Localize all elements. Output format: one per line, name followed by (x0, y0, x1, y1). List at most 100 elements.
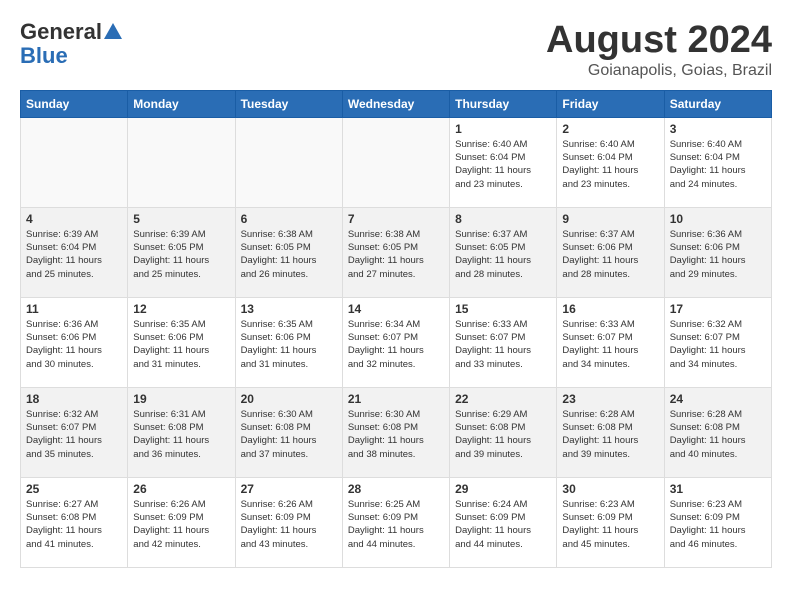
calendar-cell: 27 Sunrise: 6:26 AM Sunset: 6:09 PM Dayli… (235, 477, 342, 567)
calendar-cell: 28Sunrise: 6:25 AM Sunset: 6:09 PM Dayli… (342, 477, 449, 567)
day-number: 30 (562, 482, 658, 496)
calendar-cell: 20 Sunrise: 6:30 AM Sunset: 6:08 PM Dayli… (235, 387, 342, 477)
day-number: 9 (562, 212, 658, 226)
day-info: Sunrise: 6:39 AM Sunset: 6:04 PM Dayligh… (26, 228, 122, 281)
weekday-header-sunday: Sunday (21, 90, 128, 117)
calendar-cell: 31 Sunrise: 6:23 AM Sunset: 6:09 PM Dayli… (664, 477, 771, 567)
calendar-cell (128, 117, 235, 207)
day-number: 7 (348, 212, 444, 226)
day-number: 20 (241, 392, 337, 406)
calendar-cell: 10 Sunrise: 6:36 AM Sunset: 6:06 PM Dayli… (664, 207, 771, 297)
weekday-header-saturday: Saturday (664, 90, 771, 117)
day-number: 22 (455, 392, 551, 406)
logo-general-text: General (20, 20, 102, 44)
day-info: Sunrise: 6:32 AM Sunset: 6:07 PM Dayligh… (670, 318, 766, 371)
day-info: Sunrise: 6:33 AM Sunset: 6:07 PM Dayligh… (562, 318, 658, 371)
day-info: Sunrise: 6:26 AM Sunset: 6:09 PM Dayligh… (241, 498, 337, 551)
calendar-cell: 8Sunrise: 6:37 AM Sunset: 6:05 PM Daylig… (450, 207, 557, 297)
day-info: Sunrise: 6:31 AM Sunset: 6:08 PM Dayligh… (133, 408, 229, 461)
day-info: Sunrise: 6:26 AM Sunset: 6:09 PM Dayligh… (133, 498, 229, 551)
weekday-header-thursday: Thursday (450, 90, 557, 117)
day-info: Sunrise: 6:36 AM Sunset: 6:06 PM Dayligh… (670, 228, 766, 281)
weekday-header-tuesday: Tuesday (235, 90, 342, 117)
calendar-cell (342, 117, 449, 207)
day-info: Sunrise: 6:30 AM Sunset: 6:08 PM Dayligh… (348, 408, 444, 461)
calendar-cell: 17 Sunrise: 6:32 AM Sunset: 6:07 PM Dayli… (664, 297, 771, 387)
day-number: 25 (26, 482, 122, 496)
day-number: 3 (670, 122, 766, 136)
calendar-cell: 16 Sunrise: 6:33 AM Sunset: 6:07 PM Dayli… (557, 297, 664, 387)
day-number: 21 (348, 392, 444, 406)
day-info: Sunrise: 6:23 AM Sunset: 6:09 PM Dayligh… (670, 498, 766, 551)
calendar-cell (235, 117, 342, 207)
calendar-cell: 24 Sunrise: 6:28 AM Sunset: 6:08 PM Dayli… (664, 387, 771, 477)
day-info: Sunrise: 6:24 AM Sunset: 6:09 PM Dayligh… (455, 498, 551, 551)
day-info: Sunrise: 6:33 AM Sunset: 6:07 PM Dayligh… (455, 318, 551, 371)
day-info: Sunrise: 6:38 AM Sunset: 6:05 PM Dayligh… (348, 228, 444, 281)
day-number: 16 (562, 302, 658, 316)
day-number: 6 (241, 212, 337, 226)
day-info: Sunrise: 6:40 AM Sunset: 6:04 PM Dayligh… (455, 138, 551, 191)
calendar-cell: 22 Sunrise: 6:29 AM Sunset: 6:08 PM Dayli… (450, 387, 557, 477)
day-info: Sunrise: 6:23 AM Sunset: 6:09 PM Dayligh… (562, 498, 658, 551)
day-info: Sunrise: 6:27 AM Sunset: 6:08 PM Dayligh… (26, 498, 122, 551)
day-number: 4 (26, 212, 122, 226)
calendar-cell: 18Sunrise: 6:32 AM Sunset: 6:07 PM Dayli… (21, 387, 128, 477)
calendar-cell (21, 117, 128, 207)
calendar-cell: 30 Sunrise: 6:23 AM Sunset: 6:09 PM Dayli… (557, 477, 664, 567)
calendar-cell: 29 Sunrise: 6:24 AM Sunset: 6:09 PM Dayli… (450, 477, 557, 567)
page-header: General Blue August 2024 Goianapolis, Go… (20, 20, 772, 80)
day-info: Sunrise: 6:29 AM Sunset: 6:08 PM Dayligh… (455, 408, 551, 461)
day-number: 29 (455, 482, 551, 496)
month-year-title: August 2024 (546, 20, 772, 62)
day-number: 19 (133, 392, 229, 406)
day-number: 1 (455, 122, 551, 136)
calendar-cell: 21 Sunrise: 6:30 AM Sunset: 6:08 PM Dayli… (342, 387, 449, 477)
calendar-cell: 6 Sunrise: 6:38 AM Sunset: 6:05 PM Daylig… (235, 207, 342, 297)
calendar-cell: 13Sunrise: 6:35 AM Sunset: 6:06 PM Dayli… (235, 297, 342, 387)
weekday-header-monday: Monday (128, 90, 235, 117)
day-number: 15 (455, 302, 551, 316)
day-number: 5 (133, 212, 229, 226)
logo-blue-text: Blue (20, 44, 68, 68)
day-info: Sunrise: 6:28 AM Sunset: 6:08 PM Dayligh… (670, 408, 766, 461)
day-number: 2 (562, 122, 658, 136)
location-text: Goianapolis, Goias, Brazil (546, 62, 772, 80)
calendar-cell: 25 Sunrise: 6:27 AM Sunset: 6:08 PM Dayli… (21, 477, 128, 567)
weekday-header-wednesday: Wednesday (342, 90, 449, 117)
calendar-week-row: 18Sunrise: 6:32 AM Sunset: 6:07 PM Dayli… (21, 387, 772, 477)
day-number: 8 (455, 212, 551, 226)
day-number: 27 (241, 482, 337, 496)
day-number: 17 (670, 302, 766, 316)
calendar-cell: 4 Sunrise: 6:39 AM Sunset: 6:04 PM Daylig… (21, 207, 128, 297)
day-number: 24 (670, 392, 766, 406)
day-info: Sunrise: 6:34 AM Sunset: 6:07 PM Dayligh… (348, 318, 444, 371)
calendar-cell: 1 Sunrise: 6:40 AM Sunset: 6:04 PM Daylig… (450, 117, 557, 207)
day-info: Sunrise: 6:40 AM Sunset: 6:04 PM Dayligh… (562, 138, 658, 191)
day-info: Sunrise: 6:30 AM Sunset: 6:08 PM Dayligh… (241, 408, 337, 461)
day-number: 26 (133, 482, 229, 496)
day-number: 28 (348, 482, 444, 496)
day-info: Sunrise: 6:36 AM Sunset: 6:06 PM Dayligh… (26, 318, 122, 371)
title-section: August 2024 Goianapolis, Goias, Brazil (546, 20, 772, 80)
day-number: 11 (26, 302, 122, 316)
calendar-week-row: 25 Sunrise: 6:27 AM Sunset: 6:08 PM Dayli… (21, 477, 772, 567)
calendar-table: SundayMondayTuesdayWednesdayThursdayFrid… (20, 90, 772, 568)
day-number: 13 (241, 302, 337, 316)
logo-triangle-icon (104, 21, 122, 39)
calendar-cell: 19 Sunrise: 6:31 AM Sunset: 6:08 PM Dayli… (128, 387, 235, 477)
day-info: Sunrise: 6:35 AM Sunset: 6:06 PM Dayligh… (133, 318, 229, 371)
day-number: 14 (348, 302, 444, 316)
day-info: Sunrise: 6:38 AM Sunset: 6:05 PM Dayligh… (241, 228, 337, 281)
logo: General Blue (20, 20, 122, 68)
day-info: Sunrise: 6:40 AM Sunset: 6:04 PM Dayligh… (670, 138, 766, 191)
calendar-week-row: 1 Sunrise: 6:40 AM Sunset: 6:04 PM Daylig… (21, 117, 772, 207)
day-number: 31 (670, 482, 766, 496)
day-info: Sunrise: 6:32 AM Sunset: 6:07 PM Dayligh… (26, 408, 122, 461)
day-number: 23 (562, 392, 658, 406)
calendar-cell: 15 Sunrise: 6:33 AM Sunset: 6:07 PM Dayli… (450, 297, 557, 387)
day-number: 10 (670, 212, 766, 226)
weekday-header-friday: Friday (557, 90, 664, 117)
calendar-cell: 14 Sunrise: 6:34 AM Sunset: 6:07 PM Dayli… (342, 297, 449, 387)
calendar-cell: 11 Sunrise: 6:36 AM Sunset: 6:06 PM Dayli… (21, 297, 128, 387)
